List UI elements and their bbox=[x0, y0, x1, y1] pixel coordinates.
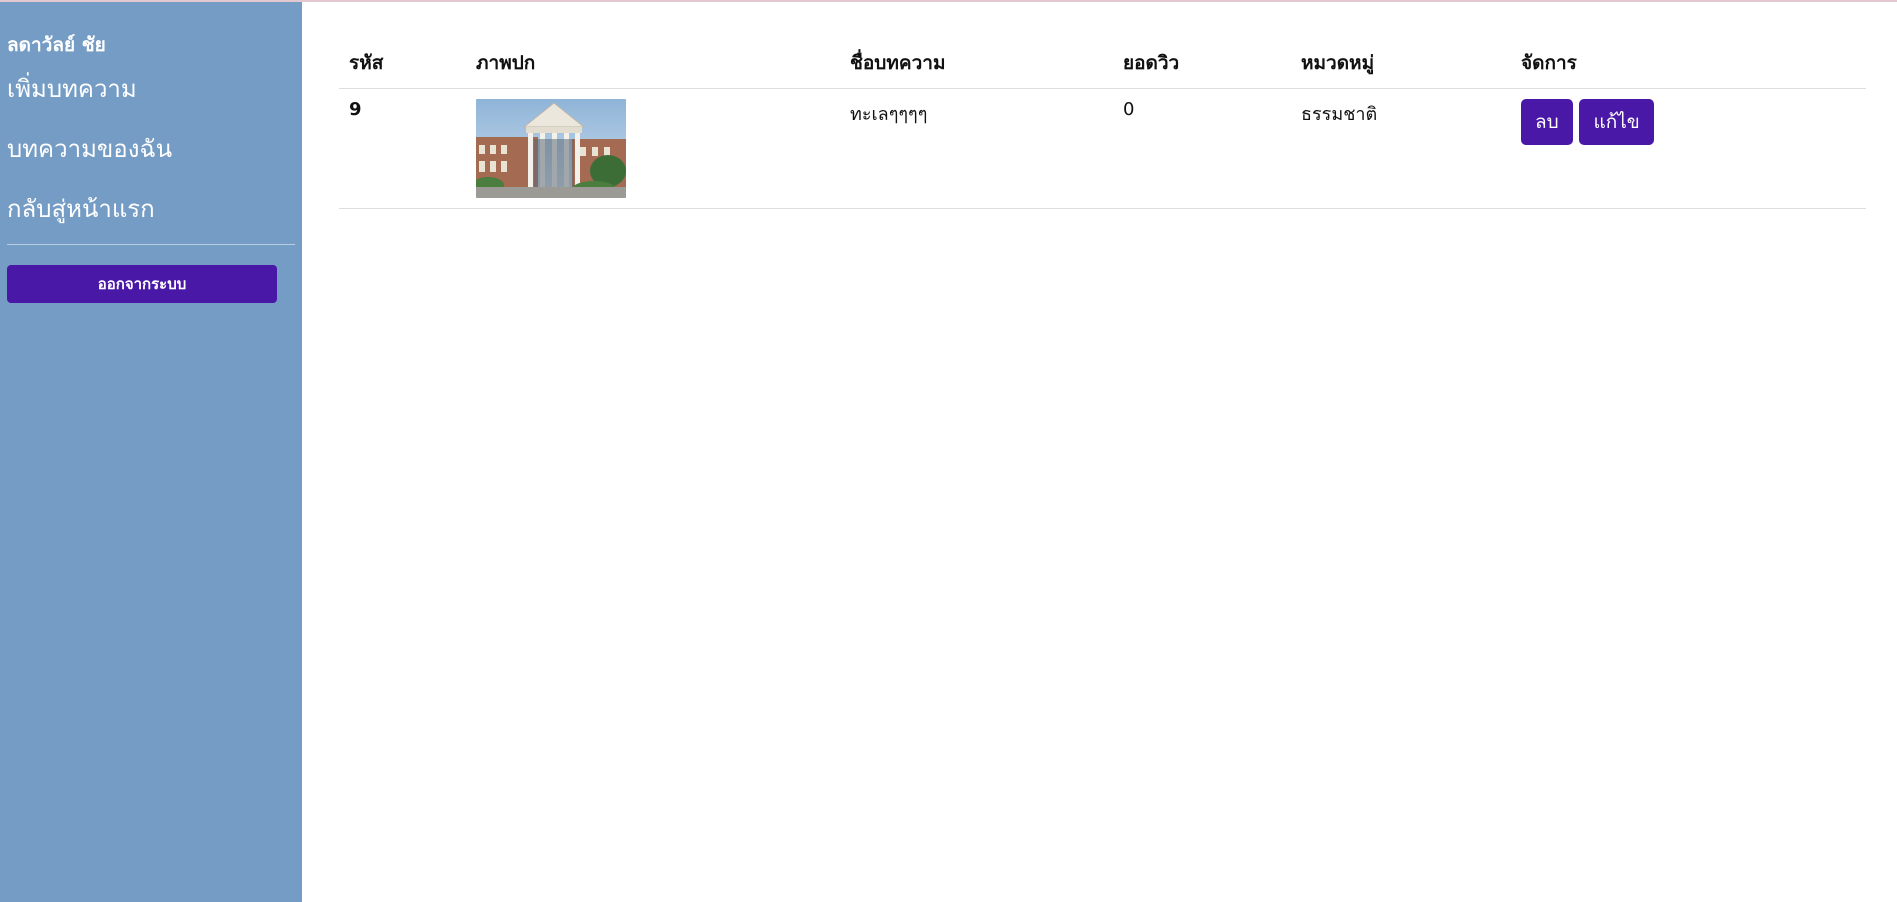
header-title: ชื่อบทความ bbox=[840, 48, 1113, 89]
header-actions: จัดการ bbox=[1511, 48, 1866, 89]
article-actions: ลบ แก้ไข bbox=[1511, 88, 1866, 209]
cover-image bbox=[476, 99, 626, 198]
nav-add-article-link[interactable]: เพิ่มบทความ bbox=[7, 76, 295, 102]
header-views: ยอดวิว bbox=[1113, 48, 1291, 89]
header-category: หมวดหมู่ bbox=[1291, 48, 1511, 89]
user-name: ลดาวัลย์ ชัย bbox=[7, 34, 106, 56]
nav-home-link[interactable]: กลับสู่หน้าแรก bbox=[7, 196, 295, 222]
nav-my-articles-link[interactable]: บทความของฉัน bbox=[7, 136, 295, 162]
logout-button[interactable]: ออกจากระบบ bbox=[7, 265, 277, 303]
header-id: รหัส bbox=[339, 48, 466, 89]
article-category: ธรรมชาติ bbox=[1291, 88, 1511, 209]
article-title: ทะเลๆๆๆๆ bbox=[840, 88, 1113, 209]
main-content: รหัส ภาพปก ชื่อบทความ ยอดวิว หมวดหมู่ จั… bbox=[302, 2, 1897, 902]
article-id: 9 bbox=[339, 88, 466, 209]
header-cover: ภาพปก bbox=[466, 48, 840, 89]
edit-button[interactable]: แก้ไข bbox=[1579, 99, 1654, 145]
article-cover-cell bbox=[466, 88, 840, 209]
sidebar-divider bbox=[7, 244, 295, 245]
article-views: 0 bbox=[1113, 88, 1291, 209]
delete-button[interactable]: ลบ bbox=[1521, 99, 1573, 145]
sidebar: ลดาวัลย์ ชัย เพิ่มบทความ บทความของฉัน กล… bbox=[0, 2, 302, 902]
table-row: 9 ทะเลๆๆๆๆ 0 ธรรมชาติ ลบ แก้ไข bbox=[339, 88, 1866, 209]
table-header-row: รหัส ภาพปก ชื่อบทความ ยอดวิว หมวดหมู่ จั… bbox=[339, 48, 1866, 89]
articles-table: รหัส ภาพปก ชื่อบทความ ยอดวิว หมวดหมู่ จั… bbox=[339, 48, 1866, 209]
